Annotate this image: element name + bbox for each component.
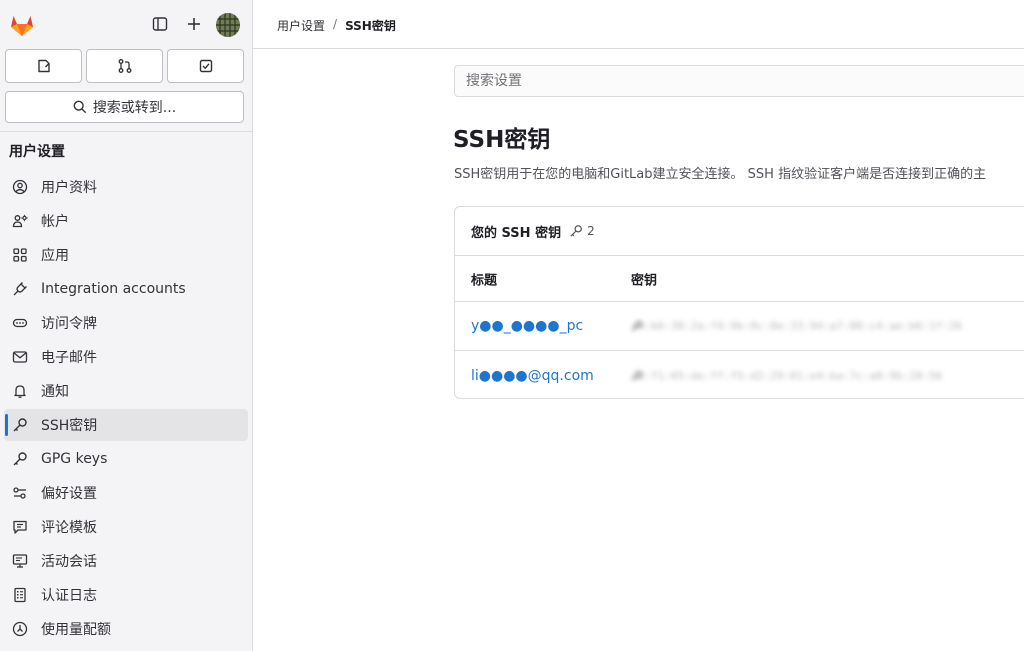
breadcrumb-separator: / xyxy=(333,17,338,31)
key-fingerprint-text: c4:b6:38:2a:f4:9b:0c:8e:33:94:a7:88:c4:a… xyxy=(631,319,963,333)
key-fingerprint-text: a3:f1:05:de:ff:f5:d2:29:01:e4:ba:7c:a0:9… xyxy=(631,369,943,382)
table-row: y●●_●●●●_pc c4:b6:38:2a:f4:9b:0c:8e:33:9… xyxy=(455,302,1024,351)
user-circle-icon xyxy=(12,179,28,195)
sidebar: 搜索或转到... 用户设置 用户资料 帐户 应用 Integration acc… xyxy=(0,0,253,651)
key-title-link[interactable]: y●●_●●●●_pc xyxy=(471,318,583,334)
sidebar-toggle-icon[interactable] xyxy=(150,14,170,34)
sidebar-item-comment-templates[interactable]: 评论模板 xyxy=(4,511,248,543)
search-button-label: 搜索或转到... xyxy=(92,100,177,116)
sidebar-item-label: 活动会话 xyxy=(41,554,97,570)
preferences-icon xyxy=(12,485,28,501)
ssh-keys-card: 您的 SSH 密钥 2 标题 密钥 y●●_●●●●_pc c4:b6:38:2… xyxy=(454,206,1024,399)
breadcrumb: 用户设置 / SSH密钥 xyxy=(277,17,396,34)
key-title-link[interactable]: li●●●●@qq.com xyxy=(471,368,594,384)
quota-icon xyxy=(12,621,28,637)
issues-icon xyxy=(37,59,50,73)
sidebar-item-label: 评论模板 xyxy=(41,520,97,536)
monitor-icon xyxy=(12,553,28,569)
mail-icon xyxy=(12,349,28,365)
sidebar-item-applications[interactable]: 应用 xyxy=(4,239,248,271)
breadcrumb-user-settings[interactable]: 用户设置 xyxy=(277,17,325,34)
merge-request-icon xyxy=(118,59,131,73)
account-icon xyxy=(12,213,28,229)
merge-requests-button[interactable] xyxy=(86,49,163,83)
sidebar-item-label: 用户资料 xyxy=(41,180,97,196)
sidebar-item-label: SSH密钥 xyxy=(41,418,98,434)
log-icon xyxy=(12,587,28,603)
sidebar-item-profile[interactable]: 用户资料 xyxy=(4,171,248,203)
plug-icon xyxy=(12,281,28,297)
issues-button[interactable] xyxy=(5,49,82,83)
table-header: 标题 密钥 xyxy=(455,256,1024,302)
sidebar-nav: 用户资料 帐户 应用 Integration accounts 访问令牌 电子邮… xyxy=(4,171,248,647)
quick-actions xyxy=(5,49,244,83)
breadcrumb-current[interactable]: SSH密钥 xyxy=(345,17,396,34)
sidebar-item-label: Integration accounts xyxy=(41,281,186,297)
sidebar-header xyxy=(0,0,252,48)
sidebar-item-notifications[interactable]: 通知 xyxy=(4,375,248,407)
todo-icon xyxy=(199,59,212,73)
sidebar-item-label: 电子邮件 xyxy=(41,350,97,366)
card-title: 您的 SSH 密钥 xyxy=(471,225,562,241)
sidebar-item-gpg-keys[interactable]: GPG keys xyxy=(4,443,248,475)
gitlab-logo-icon[interactable] xyxy=(9,12,35,38)
key-count-badge: 2 xyxy=(569,224,595,238)
sidebar-item-ssh-keys[interactable]: SSH密钥 xyxy=(4,409,248,441)
sidebar-item-label: 通知 xyxy=(41,384,69,400)
sidebar-item-active-sessions[interactable]: 活动会话 xyxy=(4,545,248,577)
sidebar-item-account[interactable]: 帐户 xyxy=(4,205,248,237)
sidebar-item-label: 帐户 xyxy=(41,214,69,230)
sidebar-section-title: 用户设置 xyxy=(9,144,65,160)
key-icon xyxy=(12,417,28,433)
key-icon xyxy=(12,451,28,467)
bell-icon xyxy=(12,383,28,399)
column-title: 标题 xyxy=(471,273,498,288)
column-key: 密钥 xyxy=(631,273,658,288)
key-count: 2 xyxy=(587,224,595,238)
sidebar-item-usage-quotas[interactable]: 使用量配额 xyxy=(4,613,248,645)
page-description: SSH密钥用于在您的电脑和GitLab建立安全连接。 SSH 指纹验证客户端是否… xyxy=(454,167,987,182)
avatar[interactable] xyxy=(216,13,240,37)
plus-icon[interactable] xyxy=(184,14,204,34)
sidebar-item-label: 偏好设置 xyxy=(41,486,97,502)
sidebar-item-integration-accounts[interactable]: Integration accounts xyxy=(4,273,248,305)
key-fingerprint: a3:f1:05:de:ff:f5:d2:29:01:e4:ba:7c:a0:9… xyxy=(631,369,942,382)
sidebar-item-label: 访问令牌 xyxy=(41,316,97,332)
todos-button[interactable] xyxy=(167,49,244,83)
key-fingerprint: c4:b6:38:2a:f4:9b:0c:8e:33:94:a7:88:c4:a… xyxy=(631,320,962,333)
sidebar-item-authentication-log[interactable]: 认证日志 xyxy=(4,579,248,611)
sidebar-item-label: 认证日志 xyxy=(41,588,97,604)
search-or-go-to-button[interactable]: 搜索或转到... xyxy=(5,91,244,123)
sidebar-item-emails[interactable]: 电子邮件 xyxy=(4,341,248,373)
settings-search-input[interactable] xyxy=(454,65,1024,97)
sidebar-item-access-tokens[interactable]: 访问令牌 xyxy=(4,307,248,339)
sidebar-item-label: 使用量配额 xyxy=(41,622,111,638)
comment-icon xyxy=(12,519,28,535)
sidebar-item-label: GPG keys xyxy=(41,451,108,467)
table-row: li●●●●@qq.com a3:f1:05:de:ff:f5:d2:29:01… xyxy=(455,351,1024,398)
search-icon xyxy=(73,100,86,114)
key-icon xyxy=(570,225,582,237)
top-bar: 用户设置 / SSH密钥 xyxy=(253,0,1024,49)
page-title: SSH密钥 xyxy=(453,127,551,153)
sidebar-item-label: 应用 xyxy=(41,248,69,264)
token-icon xyxy=(12,315,28,331)
sidebar-item-preferences[interactable]: 偏好设置 xyxy=(4,477,248,509)
applications-icon xyxy=(12,247,28,263)
sidebar-divider xyxy=(0,131,252,132)
card-header: 您的 SSH 密钥 2 xyxy=(455,207,1024,256)
